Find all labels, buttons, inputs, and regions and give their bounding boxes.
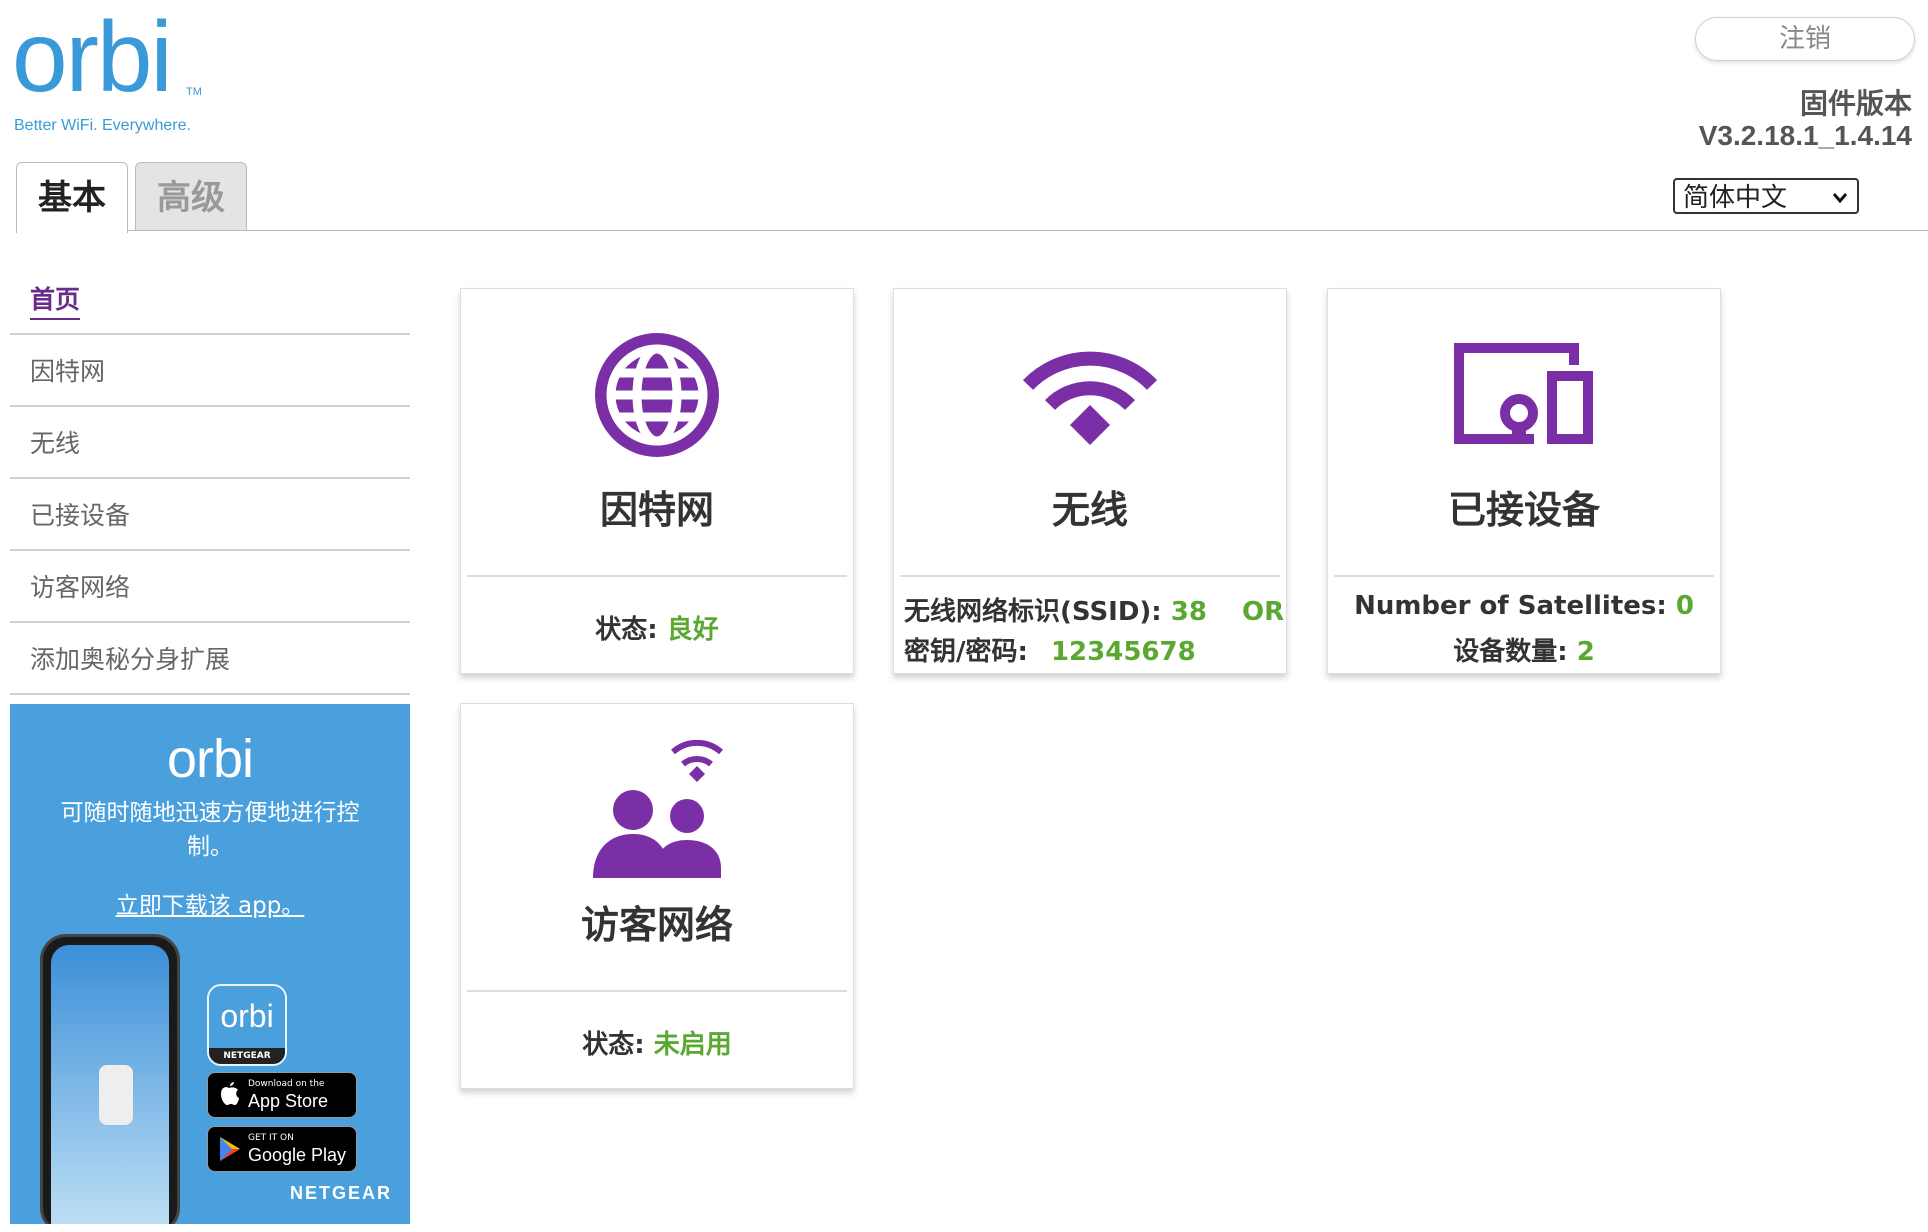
promo-text: 可随时随地迅速方便地进行控制。 (60, 800, 360, 860)
google-play-small-text: GET IT ON (248, 1133, 294, 1143)
orbi-logo: orbi (12, 1, 173, 113)
devices-icon (1454, 343, 1594, 451)
wireless-card[interactable]: 无线 无线网络标识(SSID): 38 OR 密钥/密码: 12345678 (893, 288, 1287, 674)
app-store-label: App Store (248, 1091, 329, 1111)
google-play-label: Google Play (248, 1145, 347, 1165)
firmware-version-value: V3.2.18.1_1.4.14 (1698, 120, 1912, 151)
card-title: 无线 (1051, 488, 1128, 532)
app-icon-brand: NETGEAR (209, 1048, 285, 1064)
sidebar-item-home[interactable]: 首页 (10, 264, 410, 335)
sidebar-item-wireless[interactable]: 无线 (10, 408, 410, 479)
chevron-down-icon (1831, 180, 1849, 227)
apple-icon (218, 1081, 240, 1113)
orbi-device-illustration (99, 1065, 133, 1125)
card-info: 无线网络标识(SSID): 38 OR 密钥/密码: 12345678 (894, 581, 1286, 673)
guest-network-icon (587, 739, 727, 884)
firmware-version-label: 固件版本 (1799, 88, 1912, 119)
sidebar-item-attached-devices[interactable]: 已接设备 (10, 480, 410, 551)
sidebar-item-label: 访客网络 (30, 573, 131, 602)
card-info: Number of Satellites: 0 设备数量: 2 (1328, 581, 1720, 673)
device-count-value: 2 (1576, 637, 1595, 667)
card-header: 因特网 (467, 289, 847, 577)
card-info: 状态: 良好 (461, 581, 853, 673)
logo-tagline: Better WiFi. Everywhere. (14, 117, 191, 134)
key-value: 12345678 (1050, 637, 1196, 667)
ssid-label: 无线网络标识(SSID): (904, 597, 1162, 627)
orbi-app-icon: orbi NETGEAR (207, 984, 287, 1066)
card-title: 因特网 (599, 488, 714, 532)
status-value: 未启用 (653, 1030, 732, 1060)
sidebar-item-add-satellite[interactable]: 添加奥秘分身扩展 (10, 624, 410, 695)
phone-illustration (40, 934, 180, 1224)
ssid-suffix: OR (1242, 597, 1285, 627)
key-label: 密钥/密码: (904, 637, 1028, 667)
status-value: 良好 (666, 615, 719, 645)
globe-icon (589, 327, 725, 467)
tab-basic[interactable]: 基本 (16, 162, 128, 233)
card-info: 状态: 未启用 (461, 996, 853, 1088)
ssid-value: 38 (1170, 597, 1207, 627)
status-label: 状态: (595, 615, 658, 645)
satellites-value: 0 (1675, 591, 1694, 621)
internet-card[interactable]: 因特网 状态: 良好 (460, 288, 854, 674)
google-play-button[interactable]: GET IT ON Google Play (207, 1126, 357, 1172)
app-store-small-text: Download on the (248, 1079, 325, 1089)
guest-network-card[interactable]: 访客网络 状态: 未启用 (460, 703, 854, 1089)
sidebar-item-label: 无线 (30, 429, 81, 458)
satellites-label: Number of Satellites: (1354, 591, 1667, 621)
app-promo-banner: orbi 可随时随地迅速方便地进行控制。 立即下载该 app。 orbi NET… (10, 704, 410, 1224)
app-icon-word: orbi (220, 998, 274, 1034)
wifi-icon (1020, 347, 1160, 451)
status-label: 状态: (582, 1030, 645, 1060)
phone-screen (51, 945, 169, 1224)
netgear-brand: NETGEAR (289, 1183, 392, 1203)
app-store-button[interactable]: Download on the App Store (207, 1072, 357, 1118)
promo-orbi-logo: orbi (166, 729, 254, 789)
sidebar-item-guest-network[interactable]: 访客网络 (10, 552, 410, 623)
language-selected-value: 简体中文 (1683, 183, 1788, 213)
sidebar-item-internet[interactable]: 因特网 (10, 336, 410, 407)
card-title: 已接设备 (1447, 488, 1600, 532)
tab-divider (16, 230, 1928, 231)
language-select[interactable]: 简体中文 (1673, 178, 1859, 214)
card-header: 无线 (900, 289, 1280, 577)
card-title: 访客网络 (580, 903, 733, 947)
device-count-label: 设备数量: (1453, 637, 1568, 667)
download-app-link[interactable]: 立即下载该 app。 (10, 886, 410, 920)
google-play-icon (218, 1135, 242, 1169)
sidebar-item-label: 添加奥秘分身扩展 (30, 645, 231, 674)
sidebar-item-label: 首页 (30, 285, 81, 320)
logout-button[interactable]: 注销 (1695, 17, 1915, 61)
card-header: 已接设备 (1334, 289, 1714, 577)
tab-advanced[interactable]: 高级 (135, 162, 247, 231)
sidebar-item-label: 已接设备 (30, 501, 131, 530)
logo-trademark: TM (186, 86, 202, 98)
sidebar-item-label: 因特网 (30, 357, 106, 386)
attached-devices-card[interactable]: 已接设备 Number of Satellites: 0 设备数量: 2 (1327, 288, 1721, 674)
card-header: 访客网络 (467, 704, 847, 992)
